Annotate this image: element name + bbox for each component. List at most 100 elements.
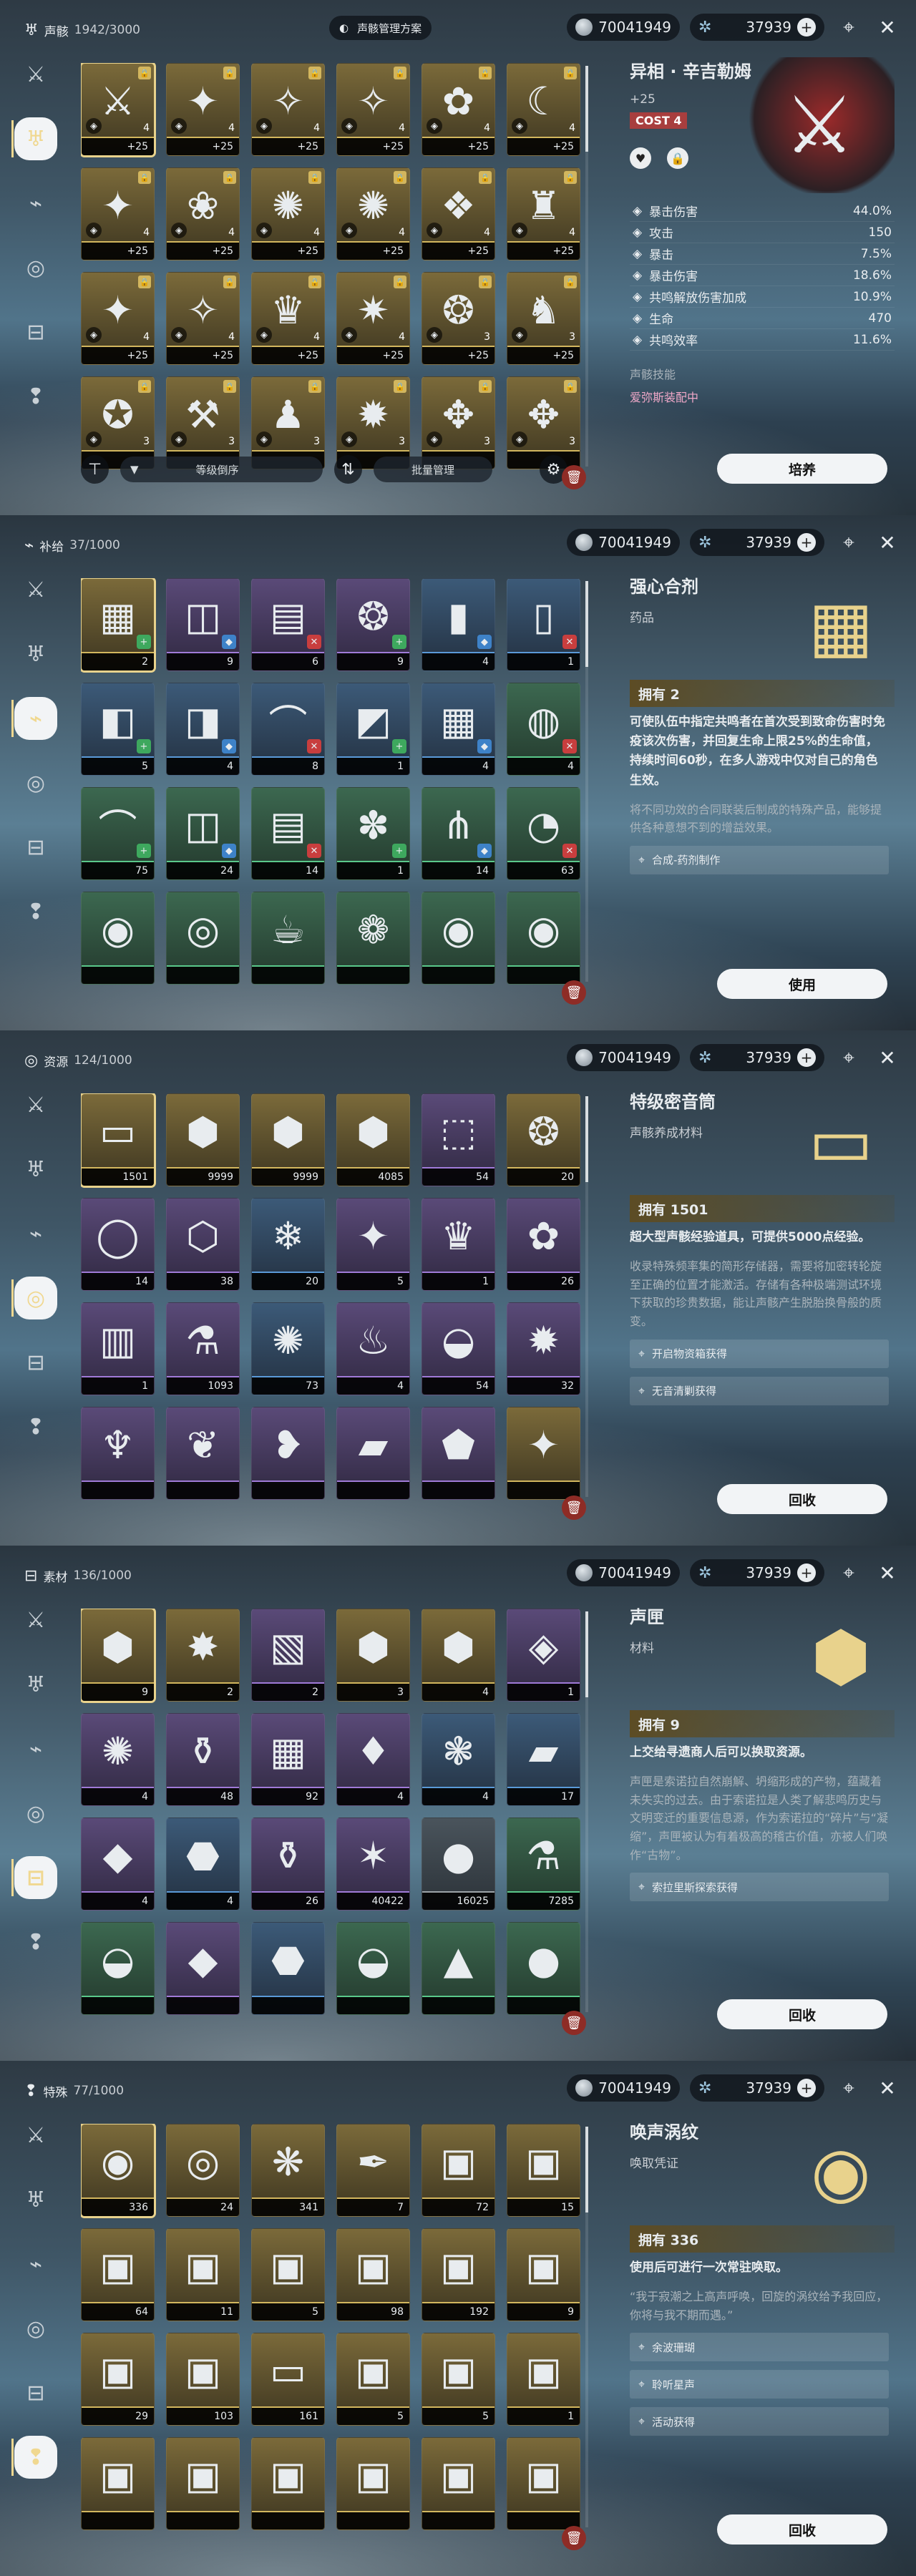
lock-icon[interactable]: 🔒 <box>667 147 688 169</box>
item-slot[interactable]: ▭ 1501 <box>81 1093 156 1188</box>
item-slot[interactable]: ▧ 2 <box>251 1609 325 1702</box>
item-slot[interactable]: ✦ 5 <box>336 1198 410 1291</box>
item-slot[interactable]: ◫ ◆ 24 <box>166 787 240 880</box>
item-slot[interactable]: ✦ ◈ 4 🔒 +25 <box>166 63 240 156</box>
item-slot[interactable]: ▰ 17 <box>507 1713 580 1806</box>
item-slot[interactable]: ▣ <box>422 2437 495 2530</box>
item-slot[interactable]: ✧ ◈ 4 🔒 +25 <box>166 272 240 365</box>
material-icon[interactable]: ⊟ <box>14 826 57 869</box>
material-icon[interactable]: ⊟ <box>11 1856 57 1899</box>
item-slot[interactable]: ⋔ ◆ 14 <box>422 787 495 880</box>
item-slot[interactable]: ☾ ◈ 4 🔒 +25 <box>507 63 580 156</box>
swords-icon[interactable]: ⚔ <box>14 568 57 611</box>
item-slot[interactable]: ◍ ✕ 4 <box>507 683 580 776</box>
item-slot[interactable]: ✿ ◈ 4 🔒 +25 <box>422 63 495 156</box>
item-slot[interactable]: ✽ +1 <box>336 787 410 880</box>
source-entry[interactable]: ⌖ 聆听星声 <box>630 2370 889 2399</box>
item-slot[interactable]: ▣ <box>336 2437 410 2530</box>
item-slot[interactable]: ● <box>507 1922 580 2015</box>
item-slot[interactable]: ❄ 20 <box>251 1198 325 1291</box>
item-slot[interactable]: ✺ 4 <box>81 1713 155 1806</box>
target-icon[interactable]: ⌖ <box>834 528 863 557</box>
item-slot[interactable]: ◔ ✕ 63 <box>507 787 580 880</box>
echo-icon[interactable]: ♅ <box>14 2178 57 2221</box>
target-icon[interactable]: ⌖ <box>834 1558 863 1587</box>
item-slot[interactable]: ✶ 40422 <box>336 1818 410 1911</box>
item-slot[interactable]: ▣ <box>166 2437 240 2530</box>
item-slot[interactable]: ◆ 4 <box>81 1818 155 1911</box>
item-slot[interactable]: ▰ <box>336 1407 410 1500</box>
item-slot[interactable]: ❥ <box>251 1407 325 1500</box>
item-slot[interactable]: ▦ ◆ 4 <box>422 683 495 776</box>
item-slot[interactable]: ◎ <box>166 892 240 985</box>
item-slot[interactable]: ▥ 1 <box>81 1302 155 1395</box>
item-slot[interactable]: ⌒ +75 <box>81 787 155 880</box>
source-entry[interactable]: ⌖ 无音清剿获得 <box>630 1376 889 1405</box>
item-slot[interactable]: ⬣ <box>251 1922 325 2015</box>
item-slot[interactable]: ▦ +2 <box>81 578 156 673</box>
item-slot[interactable]: ❖ ◈ 4 🔒 +25 <box>422 167 495 260</box>
supply-icon[interactable]: ⌁ <box>14 2243 57 2285</box>
supply-icon[interactable]: ⌁ <box>14 1727 57 1770</box>
item-slot[interactable]: ⬢ 9999 <box>166 1093 240 1186</box>
discard-icon[interactable]: 🗑 <box>562 980 586 1005</box>
item-slot[interactable]: ❀ ◈ 4 🔒 +25 <box>166 167 240 260</box>
material-icon[interactable]: ⊟ <box>14 1341 57 1384</box>
item-slot[interactable]: ◉ <box>422 892 495 985</box>
item-slot[interactable]: ▣ 64 <box>81 2228 155 2321</box>
action-button[interactable]: 回收 <box>717 1484 887 1514</box>
discard-icon[interactable]: 🗑 <box>562 2526 586 2550</box>
item-slot[interactable]: ▣ 9 <box>507 2228 580 2321</box>
item-slot[interactable]: ▣ <box>251 2437 325 2530</box>
action-button[interactable]: 回收 <box>717 1999 887 2029</box>
close-icon[interactable]: ✕ <box>873 2074 902 2102</box>
item-slot[interactable]: ⚱ 26 <box>251 1818 325 1911</box>
item-slot[interactable]: ⬢ 4085 <box>336 1093 410 1186</box>
resource-icon[interactable]: ◎ <box>14 2307 57 2350</box>
item-slot[interactable]: ☕ <box>251 892 325 985</box>
close-icon[interactable]: ✕ <box>873 528 902 557</box>
grid-scrollbar[interactable] <box>585 1611 588 2012</box>
add-star-button[interactable]: + <box>797 18 816 36</box>
item-slot[interactable]: ▲ <box>422 1922 495 2015</box>
item-slot[interactable]: ♛ 1 <box>422 1198 495 1291</box>
grid-scrollbar[interactable] <box>585 581 588 982</box>
item-slot[interactable]: ⚱ 48 <box>166 1713 240 1806</box>
item-slot[interactable]: ✦ ◈ 4 🔒 +25 <box>81 272 155 365</box>
item-slot[interactable]: ◒ 54 <box>422 1302 495 1395</box>
special-icon[interactable]: ❢ <box>11 2436 57 2479</box>
supply-icon[interactable]: ⌁ <box>14 182 57 225</box>
item-slot[interactable]: ⌒ ✕ 8 <box>251 683 325 776</box>
source-entry[interactable]: ⌖ 开启物资箱获得 <box>630 1339 889 1368</box>
item-slot[interactable]: ⬢ 4 <box>422 1609 495 1702</box>
close-icon[interactable]: ✕ <box>873 1558 902 1587</box>
item-slot[interactable]: ⚗ 7285 <box>507 1818 580 1911</box>
item-slot[interactable]: ✧ ◈ 4 🔒 +25 <box>336 63 410 156</box>
swords-icon[interactable]: ⚔ <box>14 1083 57 1126</box>
special-icon[interactable]: ❢ <box>14 1921 57 1963</box>
supply-icon[interactable]: ⌁ <box>14 1212 57 1255</box>
item-slot[interactable]: ✧ ◈ 4 🔒 +25 <box>251 63 325 156</box>
item-slot[interactable]: ◩ +1 <box>336 683 410 776</box>
item-slot[interactable]: ⬢ 9999 <box>251 1093 325 1186</box>
item-slot[interactable]: ▣ 98 <box>336 2228 410 2321</box>
item-slot[interactable]: ▣ 72 <box>422 2124 495 2217</box>
grid-scrollbar[interactable] <box>585 66 588 467</box>
target-icon[interactable]: ⌖ <box>834 13 863 42</box>
item-slot[interactable]: ✹ 32 <box>507 1302 580 1395</box>
item-slot[interactable]: ⚔ ◈ 4 🔒 +25 <box>81 63 156 157</box>
item-slot[interactable]: ▯ ✕ 1 <box>507 578 580 671</box>
special-icon[interactable]: ❢ <box>14 890 57 933</box>
item-slot[interactable]: ▣ 15 <box>507 2124 580 2217</box>
item-slot[interactable]: ♛ ◈ 4 🔒 +25 <box>251 272 325 365</box>
action-button[interactable]: 使用 <box>717 969 887 999</box>
add-star-button[interactable]: + <box>797 533 816 552</box>
item-slot[interactable]: ▣ 5 <box>422 2333 495 2426</box>
discard-icon[interactable]: 🗑 <box>562 2011 586 2035</box>
action-button[interactable]: 培养 <box>717 454 887 484</box>
item-slot[interactable]: ▣ 5 <box>336 2333 410 2426</box>
material-icon[interactable]: ⊟ <box>14 311 57 353</box>
source-entry[interactable]: ⌖ 合成-药剂制作 <box>630 845 889 874</box>
item-slot[interactable]: ◎ 24 <box>166 2124 240 2217</box>
grid-scrollbar[interactable] <box>585 2127 588 2527</box>
